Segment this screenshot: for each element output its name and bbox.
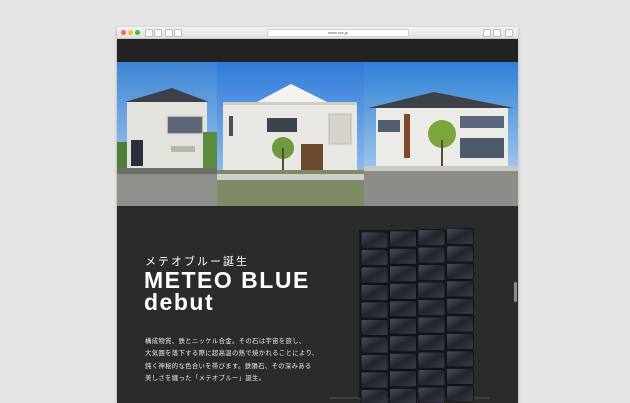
stone-tile: [417, 316, 446, 334]
stone-tile: [417, 351, 446, 369]
paragraph-line: 鈍く神秘的な色合いを帯びます。鉄隕石、その深みある: [145, 362, 312, 370]
stone-tile: [389, 230, 417, 248]
browser-toolbar: www.xxx.jp: [117, 27, 518, 39]
stone-tile: [446, 385, 474, 403]
stone-tile: [417, 246, 446, 264]
stone-tile: [417, 386, 446, 403]
download-button[interactable]: [483, 29, 491, 37]
stone-tile: [417, 264, 446, 281]
forward-button[interactable]: [154, 29, 162, 37]
stone-tile: [389, 335, 417, 353]
stone-tile: [389, 265, 417, 283]
stone-tile: [389, 247, 417, 265]
stone-tile: [389, 300, 417, 318]
stone-tile: [360, 336, 389, 354]
stone-tile: [360, 389, 389, 403]
stone-tile: [417, 281, 446, 299]
stone-tile: [360, 231, 389, 249]
stone-tile: [360, 284, 389, 301]
stone-tile: [417, 369, 446, 387]
hero-photo-strip: [117, 62, 518, 206]
site-header-bar: [117, 39, 518, 62]
scrollbar-thumb[interactable]: [514, 282, 517, 302]
section-heading-en: METEO BLUE debut: [144, 267, 310, 315]
paragraph-line: 美しさを纏った「メテオブルー」誕生。: [145, 375, 266, 383]
new-tab-button[interactable]: [505, 29, 513, 37]
stone-tile: [360, 301, 389, 319]
tabs-button[interactable]: [493, 29, 501, 37]
house-photo-1: [117, 62, 217, 206]
back-button[interactable]: [145, 29, 153, 37]
close-button[interactable]: [121, 30, 126, 35]
meteo-blue-tile-panel: [329, 228, 489, 403]
stone-tile: [389, 282, 417, 300]
stone-tile: [417, 229, 446, 247]
stone-tile: [389, 317, 417, 335]
stone-tile: [360, 371, 389, 389]
heading-en-line2: debut: [144, 289, 215, 315]
house-photo-2: [217, 62, 364, 206]
heading-en-line1: METEO BLUE: [144, 267, 310, 293]
stone-tile: [446, 245, 474, 263]
stone-tile: [446, 228, 474, 245]
zoom-button[interactable]: [135, 30, 140, 35]
stone-tile: [446, 333, 474, 350]
paragraph-line: 大気圏を落下する際に超高温の熱で焼かれることにより、: [145, 350, 319, 358]
share-button[interactable]: [174, 29, 182, 37]
stone-tile: [417, 299, 446, 316]
stone-tile: [446, 263, 474, 280]
browser-window: www.xxx.jp メテオブルー誕生 METEO BLUE debut 構成物…: [117, 27, 518, 403]
meteo-blue-section: メテオブルー誕生 METEO BLUE debut 構成物質、鉄とニッケル合金。…: [117, 206, 518, 403]
paragraph-line: 構成物質、鉄とニッケル合金。その石は宇宙を旅し、: [145, 338, 306, 345]
stone-tile: [446, 298, 474, 315]
stone-tile: [360, 249, 389, 266]
sidebar-button[interactable]: [165, 29, 173, 37]
stone-tile: [389, 387, 417, 403]
stone-tile: [389, 352, 417, 370]
address-bar[interactable]: www.xxx.jp: [267, 29, 409, 37]
minimize-button[interactable]: [128, 30, 133, 35]
description-paragraph: 構成物質、鉄とニッケル合金。その石は宇宙を旅し、 大気圏を落下する際に超高温の熱…: [145, 336, 360, 386]
stone-tile: [446, 350, 474, 368]
stone-tile: [360, 266, 389, 284]
stone-tile: [360, 319, 389, 336]
house-photo-3: [364, 62, 518, 206]
stone-tile: [389, 370, 417, 388]
stone-tile: [446, 280, 474, 298]
stone-tile: [417, 334, 446, 351]
stone-tile: [446, 367, 474, 385]
stone-tile: [446, 315, 474, 333]
stone-tile: [360, 354, 389, 371]
